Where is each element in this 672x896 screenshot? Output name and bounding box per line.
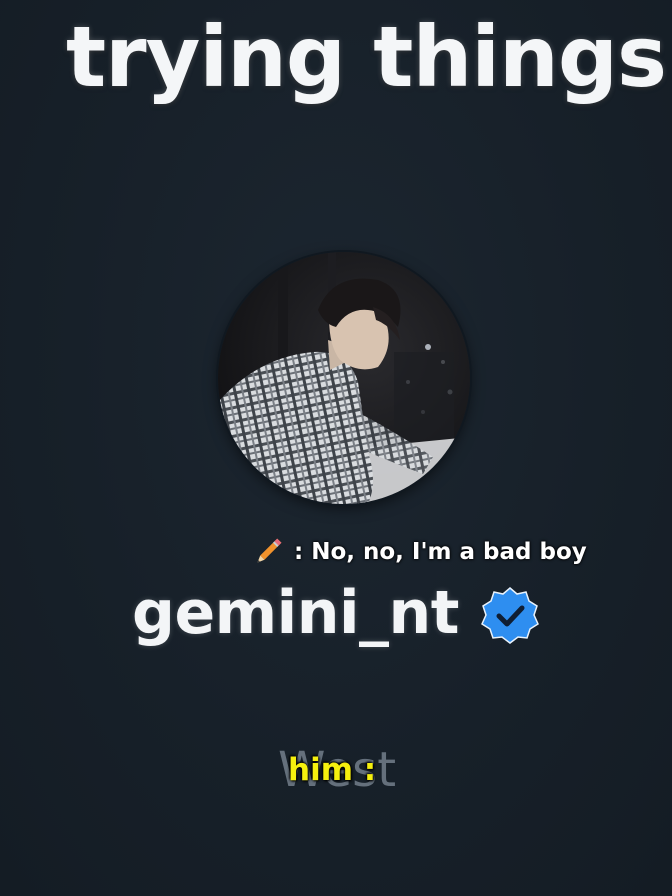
profile-photo [218,252,470,504]
video-frame: trying things: No, no, I'm a bad boy ge… [0,0,672,896]
caption-line: : No, no, I'm a bad boy [250,534,587,570]
pencil-icon [257,538,282,563]
caption-text: : No, no, I'm a bad boy [294,539,587,565]
profile-avatar[interactable] [218,252,470,504]
profile-name-row: gemini_nt [132,578,541,648]
subtitle-text: him : [288,752,377,788]
headline-text: trying things [66,8,667,106]
verified-badge-icon [480,587,539,644]
username[interactable]: gemini_nt [132,578,459,648]
